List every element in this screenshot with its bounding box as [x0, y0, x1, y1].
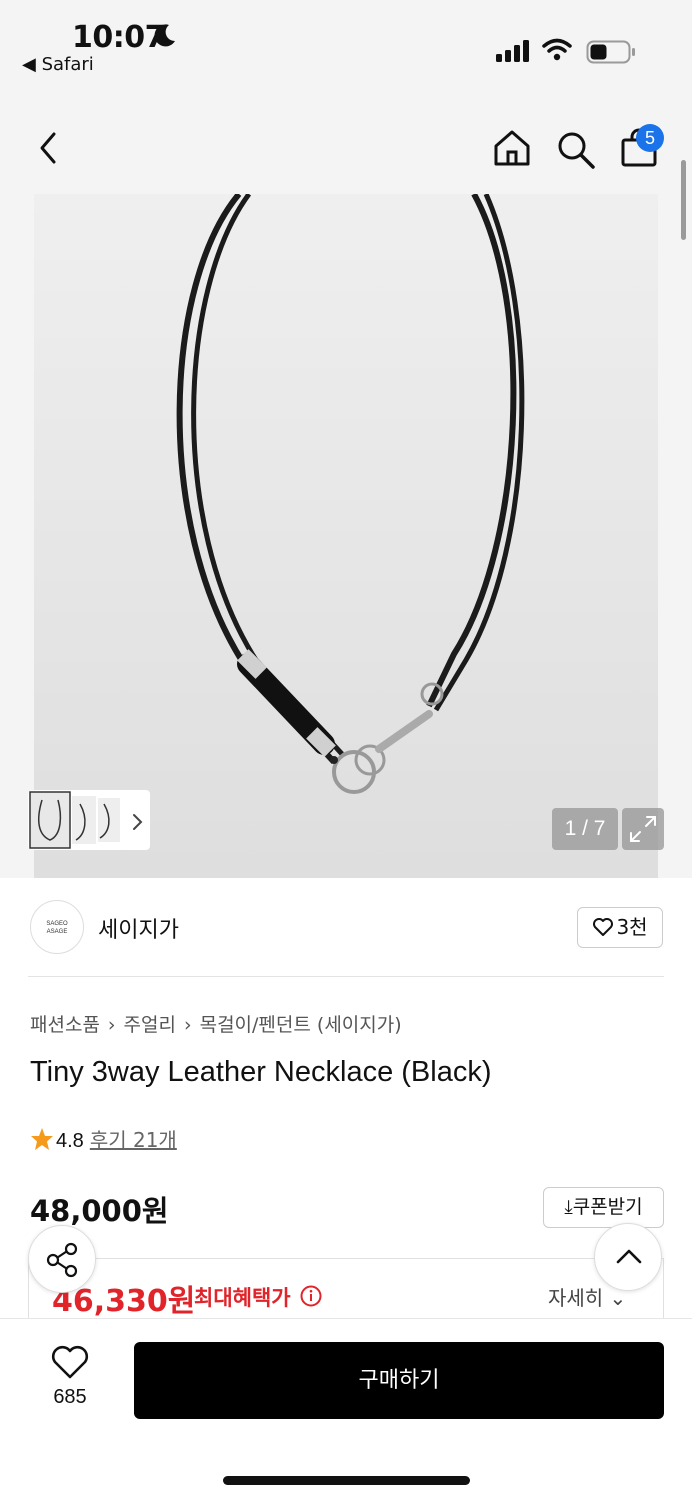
- back-to-safari[interactable]: ◀ Safari: [22, 54, 94, 75]
- brand-logo-text-2: ASAGE: [46, 929, 68, 935]
- rating-row: 4.8 후기 21개: [30, 1124, 177, 1153]
- breadcrumb-item[interactable]: 패션소품: [30, 1014, 100, 1036]
- rating-value: 4.8: [56, 1130, 84, 1152]
- necklace-illustration: [176, 192, 525, 794]
- coupon-button[interactable]: ⤓쿠폰받기: [543, 1187, 664, 1228]
- cart-count-badge: 5: [636, 124, 664, 152]
- heart-icon[interactable]: [50, 1345, 90, 1381]
- search-icon[interactable]: [556, 130, 596, 170]
- expand-image-button[interactable]: [622, 808, 664, 850]
- brand-like-button[interactable]: 3천: [577, 907, 663, 948]
- wifi-icon: [542, 38, 572, 61]
- breadcrumb-item[interactable]: 목걸이/펜던트 (세이지가): [200, 1014, 402, 1036]
- divider: [28, 976, 664, 977]
- back-arrow-icon[interactable]: [34, 128, 64, 168]
- original-price: 48,000원: [30, 1194, 169, 1228]
- battery-icon: [586, 40, 635, 64]
- chevron-right-icon[interactable]: [130, 812, 146, 832]
- brand-name[interactable]: 세이지가: [98, 912, 179, 944]
- moon-icon: [154, 24, 175, 47]
- share-button[interactable]: [28, 1225, 96, 1293]
- review-count-link[interactable]: 후기 21개: [90, 1128, 177, 1152]
- wishlist-count: 685: [53, 1386, 87, 1408]
- product-image-gallery[interactable]: [0, 192, 692, 878]
- buy-button[interactable]: 구매하기: [134, 1342, 664, 1419]
- product-photo: [34, 192, 658, 878]
- brand-like-count: 3천: [616, 915, 648, 939]
- home-indicator[interactable]: [223, 1476, 470, 1485]
- product-title: Tiny 3way Leather Necklace (Black): [30, 1056, 492, 1088]
- expand-icon: [630, 816, 656, 842]
- chevron-up-icon: [616, 1249, 642, 1264]
- heart-outline-icon: [593, 918, 614, 936]
- star-icon: [31, 1128, 53, 1150]
- thumbnail-images[interactable]: [28, 790, 128, 850]
- breadcrumb-item[interactable]: 주얼리: [124, 1014, 176, 1036]
- brand-logo-text-1: SAGEO: [46, 921, 68, 927]
- max-benefit-label: 최대혜택가: [194, 1286, 291, 1310]
- image-counter: 1 / 7: [552, 808, 618, 850]
- scrollbar[interactable]: [681, 160, 686, 240]
- status-bar: 10:07 ◀ Safari: [0, 0, 692, 88]
- scroll-to-top-button[interactable]: [594, 1223, 662, 1291]
- share-icon: [46, 1242, 78, 1278]
- breadcrumb-separator: ›: [183, 1014, 192, 1036]
- breadcrumb-separator: ›: [107, 1014, 116, 1036]
- info-icon[interactable]: [300, 1285, 322, 1307]
- brand-logo[interactable]: SAGEO ASAGE: [30, 900, 84, 954]
- cellular-signal-icon: [496, 40, 529, 62]
- home-icon[interactable]: [492, 128, 532, 168]
- breadcrumb: 패션소품 › 주얼리 › 목걸이/펜던트 (세이지가): [30, 1010, 402, 1037]
